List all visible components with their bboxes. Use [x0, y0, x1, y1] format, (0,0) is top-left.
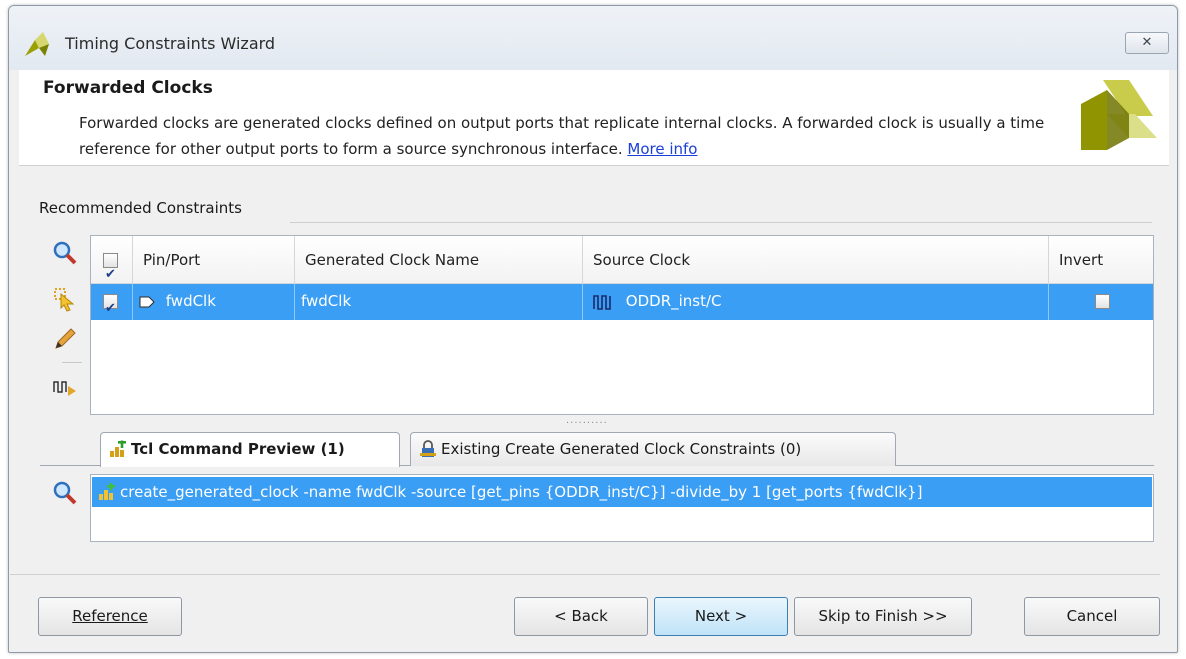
invert-checkbox[interactable] — [1094, 294, 1110, 309]
skip-to-finish-button[interactable]: Skip to Finish >> — [794, 597, 972, 636]
edit-pencil-icon[interactable] — [52, 326, 78, 352]
recommended-constraints-label: Recommended Constraints — [39, 199, 242, 217]
tcl-add-icon — [99, 483, 115, 500]
page-description: Forwarded clocks are generated clocks de… — [79, 110, 1049, 162]
output-port-icon — [139, 296, 155, 307]
close-button[interactable]: ✕ — [1125, 32, 1169, 54]
select-all-cell — [91, 236, 133, 299]
tcl-command-text: create_generated_clock -name fwdClk -sou… — [120, 483, 923, 501]
cancel-button-label: Cancel — [1066, 607, 1118, 625]
back-button-label: < Back — [554, 607, 608, 625]
list-item[interactable]: create_generated_clock -name fwdClk -sou… — [92, 477, 1152, 507]
search-icon[interactable] — [52, 480, 78, 506]
next-button-label: Next > — [694, 607, 748, 625]
next-button[interactable]: Next > — [654, 597, 788, 636]
table-row[interactable]: fwdClk fwdClk ODDR_inst/C — [91, 284, 1155, 326]
tab-label: Tcl Command Preview (1) — [131, 440, 345, 458]
source-clock-cell[interactable]: ODDR_inst/C — [583, 284, 1049, 320]
clock-signal-icon — [593, 294, 611, 310]
skip-button-label: Skip to Finish >> — [818, 607, 948, 625]
row-checkbox[interactable] — [103, 292, 118, 326]
vivado-brand-logo-icon — [1081, 80, 1157, 150]
column-header-generated-clock-name[interactable]: Generated Clock Name — [295, 236, 583, 284]
row-check-cell — [91, 284, 133, 326]
constraints-table: Pin/Port Generated Clock Name Source Clo… — [90, 235, 1154, 415]
invert-cell — [1049, 284, 1155, 320]
tab-tcl-command-preview[interactable]: Tcl Command Preview (1) — [100, 432, 400, 467]
tab-label: Existing Create Generated Clock Constrai… — [441, 440, 802, 458]
page-title: Forwarded Clocks — [43, 78, 213, 98]
select-all-checkbox[interactable] — [103, 251, 118, 299]
table-header: Pin/Port Generated Clock Name Source Clo… — [91, 236, 1155, 299]
more-info-link[interactable]: More info — [627, 140, 697, 158]
back-button[interactable]: < Back — [514, 597, 648, 636]
tab-existing-constraints[interactable]: Existing Create Generated Clock Constrai… — [410, 432, 896, 466]
column-header-source-clock[interactable]: Source Clock — [583, 236, 1049, 284]
title-bar: Timing Constraints Wizard ✕ — [9, 6, 1177, 70]
reference-button[interactable]: Reference — [38, 597, 182, 636]
reference-button-label: Reference — [72, 607, 148, 625]
clock-waveform-icon[interactable] — [52, 374, 78, 400]
generated-clock-name-cell[interactable]: fwdClk — [295, 284, 583, 320]
window-title: Timing Constraints Wizard — [65, 34, 276, 53]
select-cursor-icon[interactable] — [52, 286, 78, 312]
wizard-header: Forwarded Clocks Forwarded clocks are ge… — [19, 70, 1169, 166]
pin-port-cell[interactable]: fwdClk — [133, 284, 295, 320]
footer-divider — [10, 574, 1160, 575]
panel-splitter[interactable]: ·········· — [566, 418, 608, 429]
tcl-command-list: create_generated_clock -name fwdClk -sou… — [90, 474, 1154, 542]
search-icon[interactable] — [52, 240, 78, 266]
vivado-logo-icon — [25, 32, 49, 56]
column-header-invert[interactable]: Invert — [1049, 236, 1155, 284]
pin-port-value: fwdClk — [165, 292, 216, 310]
column-header-pin-port[interactable]: Pin/Port — [133, 236, 295, 284]
constraint-lock-icon — [420, 440, 436, 457]
toolbar-separator — [62, 362, 82, 363]
section-divider — [290, 222, 1152, 223]
source-clock-value: ODDR_inst/C — [625, 292, 722, 310]
cancel-button[interactable]: Cancel — [1024, 597, 1160, 636]
tcl-add-icon — [110, 440, 126, 457]
description-text: Forwarded clocks are generated clocks de… — [79, 114, 1045, 158]
